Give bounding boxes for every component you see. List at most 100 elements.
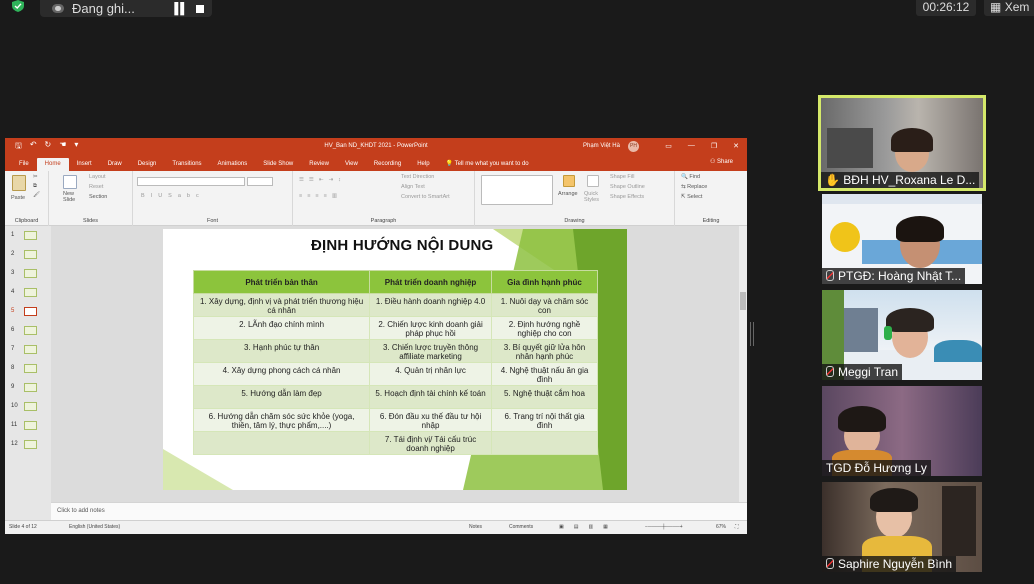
- shapes-gallery[interactable]: [481, 175, 553, 205]
- align-buttons[interactable]: ≡≡≡≡▥: [299, 193, 342, 199]
- slide-thumbnail-5[interactable]: 5: [5, 306, 51, 318]
- editor-vertical-scrollbar[interactable]: [739, 226, 747, 502]
- tab-design[interactable]: Design: [130, 158, 165, 171]
- font-name-dropdown[interactable]: [137, 177, 245, 186]
- pause-recording-icon[interactable]: ▌▌: [174, 3, 188, 15]
- font-format-buttons[interactable]: BIUSabc: [141, 193, 205, 199]
- share-split-handle[interactable]: [750, 322, 754, 346]
- language-indicator[interactable]: English (United States): [69, 524, 120, 530]
- table-cell: 2. Định hướng nghề nghiệp cho con: [491, 316, 598, 340]
- zoom-level[interactable]: 67%: [716, 524, 726, 530]
- comments-toggle[interactable]: Comments: [509, 524, 533, 530]
- tab-animations[interactable]: Animations: [210, 158, 256, 171]
- tab-view[interactable]: View: [337, 158, 366, 171]
- slide-thumbnail-9[interactable]: 9: [5, 382, 51, 394]
- shape-fill-button[interactable]: Shape Fill: [610, 174, 634, 180]
- slide-thumbnail-image: [24, 383, 37, 392]
- share-label: Share: [716, 159, 733, 165]
- table-cell: 5. Nghệ thuật cắm hoa: [491, 385, 598, 409]
- quick-styles-label[interactable]: Quick Styles: [584, 191, 602, 203]
- select-button[interactable]: ⇱ Select: [681, 194, 702, 200]
- minimize-icon[interactable]: —: [688, 142, 695, 150]
- slide-thumbnail-4[interactable]: 4: [5, 287, 51, 299]
- tab-file[interactable]: File: [11, 158, 37, 171]
- tab-transitions[interactable]: Transitions: [164, 158, 209, 171]
- virtual-background-dolphin: [934, 340, 982, 362]
- ppt-user-name[interactable]: Phạm Việt Hà: [583, 143, 620, 149]
- participant-tile[interactable]: PTGĐ: Hoàng Nhật T...: [822, 194, 982, 284]
- slide-thumbnail-2[interactable]: 2: [5, 249, 51, 261]
- tab-help[interactable]: Help: [409, 158, 437, 171]
- format-painter-icon[interactable]: 🖌: [33, 192, 40, 198]
- slide-thumbnail-8[interactable]: 8: [5, 363, 51, 375]
- quick-styles-icon[interactable]: [587, 175, 599, 187]
- slide-thumbnail-number: 8: [11, 365, 15, 371]
- paste-icon[interactable]: [12, 175, 26, 191]
- shape-effects-button[interactable]: Shape Effects: [610, 194, 644, 200]
- copy-icon[interactable]: ⧉: [33, 183, 37, 190]
- tab-slide-show[interactable]: Slide Show: [255, 158, 301, 171]
- arrange-label[interactable]: Arrange: [558, 191, 578, 197]
- slide-thumbnail-7[interactable]: 7: [5, 344, 51, 356]
- participant-name-text: Meggi Tran: [838, 365, 899, 379]
- zoom-slider[interactable]: −────┼────+: [645, 524, 683, 530]
- recording-icon: [52, 4, 64, 13]
- tab-recording[interactable]: Recording: [366, 158, 409, 171]
- slide-thumbnail-11[interactable]: 11: [5, 420, 51, 432]
- replace-button[interactable]: ⇆ Replace: [681, 184, 707, 190]
- content-table: Phát triển bản thân Phát triển doanh ngh…: [192, 270, 598, 455]
- tab-home[interactable]: Home: [36, 158, 69, 171]
- slide-thumbnail-6[interactable]: 6: [5, 325, 51, 337]
- slide-thumbnail-number: 9: [11, 384, 15, 390]
- slide-thumbnail-12[interactable]: 12: [5, 439, 51, 451]
- section-button[interactable]: Section: [89, 194, 107, 200]
- align-text-button[interactable]: Align Text: [401, 184, 425, 190]
- slide-thumbnail-3[interactable]: 3: [5, 268, 51, 280]
- font-size-dropdown[interactable]: [247, 177, 273, 186]
- table-row: 1. Xây dựng, định vị và phát triển thươn…: [192, 293, 598, 317]
- stop-recording-icon[interactable]: [196, 4, 204, 13]
- slide-thumbnail-1[interactable]: 1: [5, 230, 51, 242]
- arrange-icon[interactable]: [563, 175, 575, 187]
- view-mode-icons[interactable]: ▣▤▥▦: [559, 524, 618, 530]
- layout-button[interactable]: Layout: [89, 174, 106, 180]
- convert-smartart-button[interactable]: Convert to SmartArt: [401, 194, 450, 200]
- view-button[interactable]: ▦ Xem: [984, 0, 1034, 16]
- new-slide-icon[interactable]: [63, 175, 77, 189]
- participant-tile[interactable]: ✋ BĐH HV_Roxana Le D...: [818, 95, 986, 191]
- paste-label[interactable]: Paste: [11, 195, 25, 201]
- slide-thumbnail-image: [24, 269, 37, 278]
- new-slide-label[interactable]: New Slide: [63, 191, 81, 203]
- share-button[interactable]: ⚇ Share: [710, 158, 733, 165]
- paragraph-group-label: Paragraph: [370, 218, 397, 224]
- security-shield-icon[interactable]: [11, 0, 25, 12]
- notes-pane[interactable]: Click to add notes: [51, 502, 747, 520]
- participant-tile[interactable]: TGD Đỗ Hương Ly: [822, 386, 982, 476]
- notes-toggle[interactable]: Notes: [469, 524, 482, 530]
- text-direction-button[interactable]: Text Direction: [401, 174, 434, 180]
- slide-editor-canvas[interactable]: ĐỊNH HƯỚNG NỘI DUNG Phát triển bản thân …: [51, 226, 739, 502]
- close-icon[interactable]: ✕: [733, 142, 739, 150]
- shape-outline-button[interactable]: Shape Outline: [610, 184, 645, 190]
- current-slide[interactable]: ĐỊNH HƯỚNG NỘI DUNG Phát triển bản thân …: [163, 229, 627, 490]
- slide-thumbnail-10[interactable]: 10: [5, 401, 51, 413]
- participant-tile[interactable]: Saphire Nguyễn Bình: [822, 482, 982, 572]
- tell-me-search[interactable]: 💡 Tell me what you want to do: [438, 158, 537, 171]
- list-buttons[interactable]: ☰☰⇤⇥↕: [299, 177, 346, 183]
- tab-review[interactable]: Review: [301, 158, 337, 171]
- table-cell: 3. Bí quyết giữ lửa hôn nhân hạnh phúc: [491, 339, 598, 363]
- ppt-user-avatar[interactable]: PH: [628, 141, 639, 152]
- reset-button[interactable]: Reset: [89, 184, 103, 190]
- tab-insert[interactable]: Insert: [69, 158, 100, 171]
- cut-icon[interactable]: ✂: [33, 174, 38, 180]
- scrollbar-thumb[interactable]: [740, 292, 746, 310]
- find-label[interactable]: Find: [689, 174, 700, 180]
- table-row: 3. Hạnh phúc tự thân 3. Chiến lược truyền…: [192, 339, 598, 363]
- restore-icon[interactable]: ❐: [711, 142, 717, 150]
- participant-tile[interactable]: Meggi Tran: [822, 290, 982, 380]
- ribbon-display-icon[interactable]: ▭: [665, 142, 672, 150]
- fit-slide-icon[interactable]: ⛶: [735, 524, 739, 530]
- table-row: 7. Tái định vị/ Tái cấu trúc doanh nghiệ…: [192, 431, 598, 455]
- tab-draw[interactable]: Draw: [100, 158, 130, 171]
- grid-view-icon: ▦: [990, 0, 1002, 14]
